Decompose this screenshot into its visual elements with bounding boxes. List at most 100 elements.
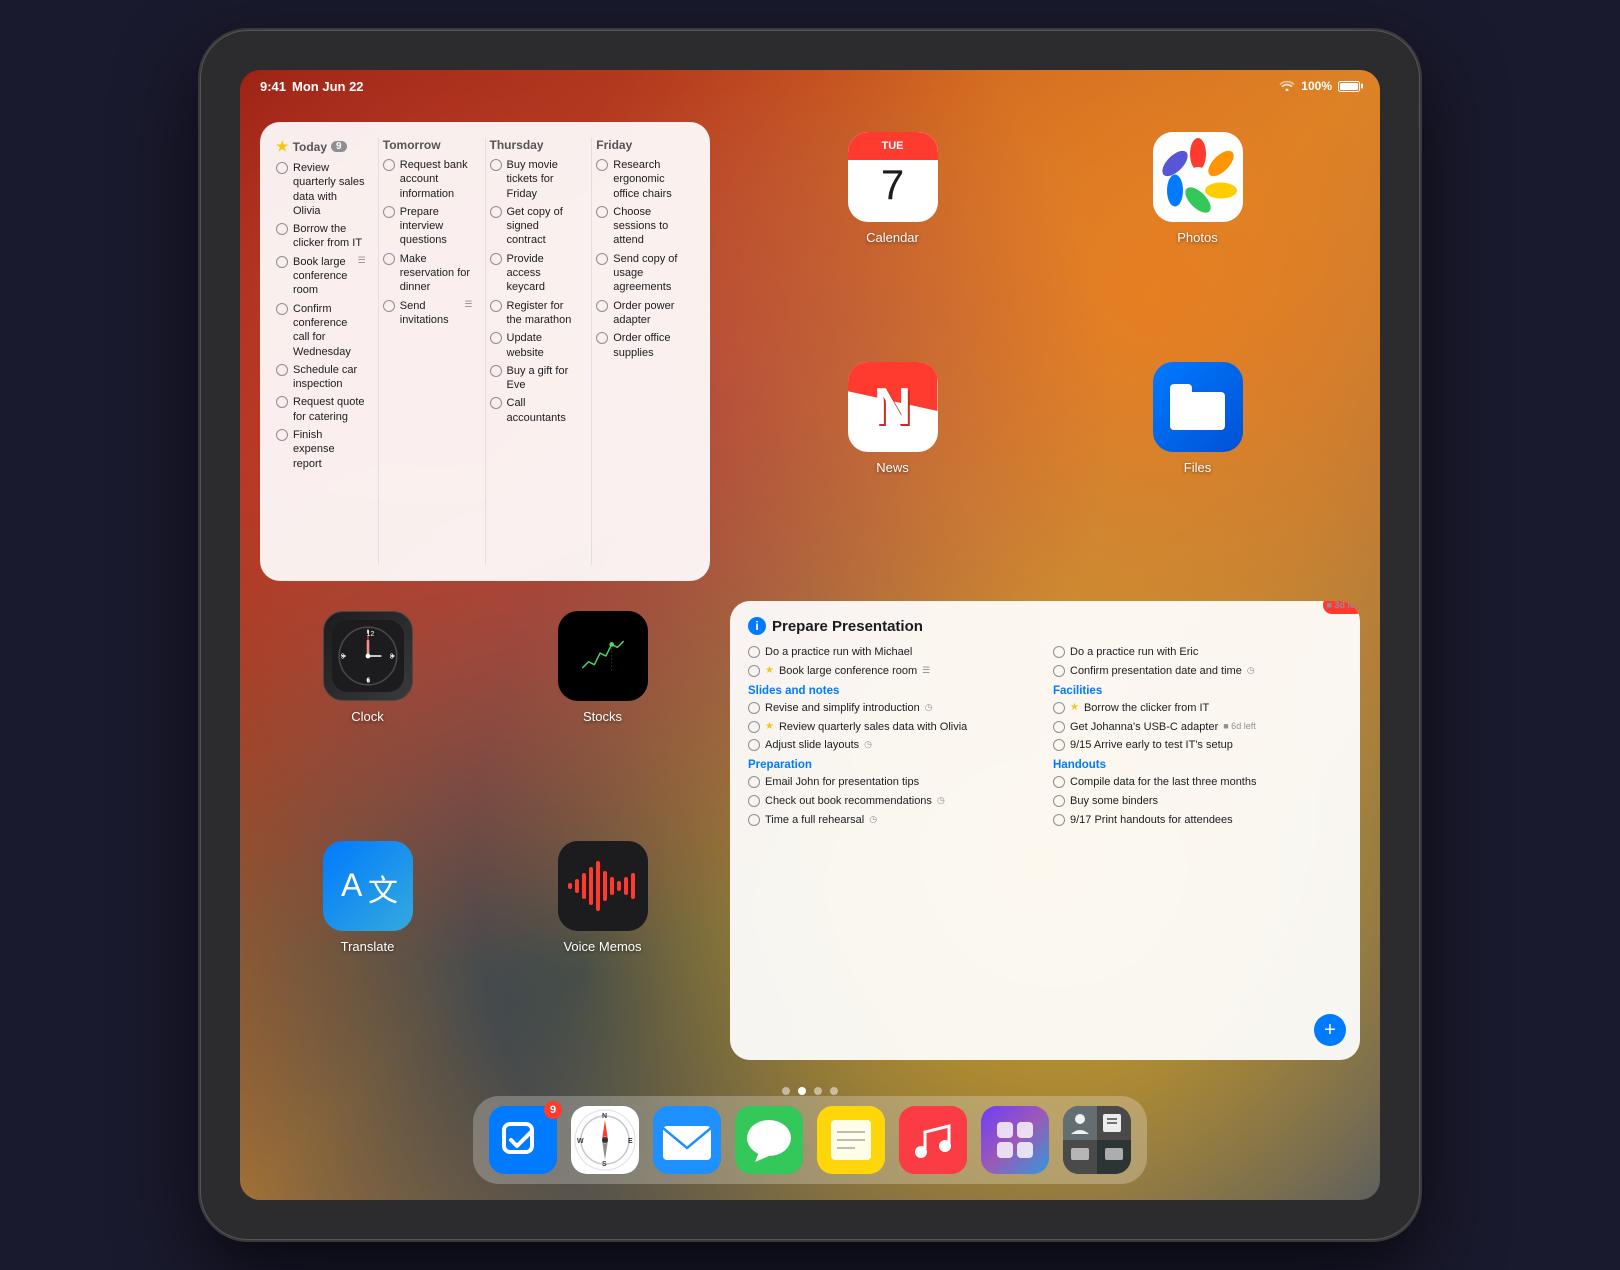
reminder-circle [276, 162, 288, 174]
list-item[interactable]: Compile data for the last three months [1053, 775, 1342, 790]
item-circle [748, 646, 760, 658]
list-item[interactable]: Call accountants [490, 396, 580, 425]
dock-cardhop-app[interactable] [1063, 1106, 1131, 1174]
page-dot-3[interactable] [814, 1087, 822, 1095]
list-item[interactable]: Make reservation for dinner [383, 252, 473, 295]
dock-messages-app[interactable] [735, 1106, 803, 1174]
today-column: ★ Today 9 Review quarterly sales data wi… [276, 138, 374, 565]
dock-safari-app[interactable]: N E S W [571, 1106, 639, 1174]
list-item[interactable]: Book large conference room ☰ [276, 255, 366, 298]
list-item[interactable]: Update website [490, 331, 580, 360]
list-item[interactable]: Get copy of signed contract [490, 205, 580, 248]
dock-music-app[interactable] [899, 1106, 967, 1174]
add-item-button[interactable]: + [1314, 1014, 1346, 1046]
timer-icon: ◷ [925, 701, 933, 713]
files-app[interactable]: Files [1055, 362, 1340, 572]
list-item[interactable]: 9/15 Arrive early to test IT's setup [1053, 738, 1342, 753]
time-display: 9:41 [260, 79, 286, 94]
reminder-text: Finish expense report [293, 428, 366, 471]
list-item[interactable]: Time a full rehearsal ◷ [748, 813, 1037, 828]
list-item[interactable]: Review quarterly sales data with Olivia [276, 161, 366, 218]
page-dot-1[interactable] [782, 1087, 790, 1095]
svg-text:W: W [577, 1138, 584, 1145]
list-item[interactable]: Confirm conference call for Wednesday [276, 302, 366, 359]
list-item[interactable]: Finish expense report [276, 428, 366, 471]
list-item[interactable]: Research ergonomic office chairs [596, 158, 686, 201]
list-item[interactable]: Adjust slide layouts ◷ [748, 738, 1037, 753]
dock-mail-app[interactable] [653, 1106, 721, 1174]
page-dot-2[interactable] [798, 1087, 806, 1095]
reminder-text: Register for the marathon [507, 299, 580, 328]
reminder-circle [383, 253, 395, 265]
reminder-text: Call accountants [507, 396, 580, 425]
list-item[interactable]: Prepare interview questions [383, 205, 473, 248]
list-item[interactable]: Request bank account information [383, 158, 473, 201]
list-item[interactable]: Register for the marathon [490, 299, 580, 328]
status-bar: 9:41 Mon Jun 22 100% [240, 70, 1380, 102]
item-text: Email John for presentation tips [765, 775, 919, 790]
dock-notes-app[interactable] [817, 1106, 885, 1174]
reminder-text: Book large conference room [293, 255, 353, 298]
list-item[interactable]: ★ Borrow the clicker from IT [1053, 701, 1342, 716]
prepare-presentation-widget[interactable]: i Prepare Presentation Do a practice run… [730, 601, 1360, 1060]
item-circle [748, 721, 760, 733]
reminder-circle [383, 159, 395, 171]
news-app[interactable]: N News [750, 362, 1035, 572]
photos-app[interactable]: Photos [1055, 132, 1340, 342]
list-item[interactable]: Borrow the clicker from IT [276, 222, 366, 251]
list-item[interactable]: Choose sessions to attend [596, 205, 686, 248]
reminders-widget[interactable]: ★ Today 9 Review quarterly sales data wi… [260, 122, 710, 581]
prepare-content: Do a practice run with Michael ★ Book la… [748, 645, 1342, 832]
list-item[interactable]: Send copy of usage agreements [596, 252, 686, 295]
voicememos-app[interactable]: Voice Memos [495, 841, 710, 1051]
dock-reminders-app[interactable]: 9 [489, 1106, 557, 1174]
item-text: Buy some binders [1070, 794, 1158, 809]
page-dot-4[interactable] [830, 1087, 838, 1095]
list-item[interactable]: Get Johanna's USB-C adapter ■ 6d left [1053, 720, 1342, 735]
timer-icon: ◷ [937, 794, 945, 806]
list-item[interactable]: Order power adapter [596, 299, 686, 328]
translate-app[interactable]: A 文 Translate [260, 841, 475, 1051]
voicememos-icon [558, 841, 648, 931]
item-text: 9/15 Arrive early to test IT's setup [1070, 738, 1233, 753]
ipad-screen: 9:41 Mon Jun 22 100% [240, 70, 1380, 1200]
stocks-label: Stocks [583, 709, 622, 724]
list-item[interactable]: ★ Review quarterly sales data with Olivi… [748, 720, 1037, 735]
dock-shortcuts-app[interactable] [981, 1106, 1049, 1174]
list-item[interactable]: Buy a gift for Eve [490, 364, 580, 393]
stocks-app[interactable]: Stocks [495, 611, 710, 821]
list-item[interactable]: Request quote for catering [276, 395, 366, 424]
reminder-circle [490, 397, 502, 409]
reminder-text: Order office supplies [613, 331, 686, 360]
today-badge: 9 [331, 141, 347, 152]
reminder-text: Choose sessions to attend [613, 205, 686, 248]
list-item[interactable]: Provide access keycard [490, 252, 580, 295]
calendar-app[interactable]: TUE 7 Calendar [750, 132, 1035, 342]
status-right: 100% [1279, 79, 1360, 94]
list-item[interactable]: Buy some binders [1053, 794, 1342, 809]
item-circle [1053, 814, 1065, 826]
prepare-right-col: Do a practice run with Eric Confirm pres… [1053, 645, 1342, 832]
clock-app[interactable]: 12 3 6 9 Clock [260, 611, 475, 821]
reminder-circle [490, 159, 502, 171]
list-item[interactable]: Email John for presentation tips [748, 775, 1037, 790]
list-item[interactable]: Send invitations ☰ [383, 299, 473, 328]
list-item[interactable]: Schedule car inspection [276, 363, 366, 392]
list-item[interactable]: Buy movie tickets for Friday [490, 158, 580, 201]
list-item[interactable]: Order office supplies [596, 331, 686, 360]
item-circle [1053, 721, 1065, 733]
status-left: 9:41 Mon Jun 22 [260, 79, 364, 94]
list-item[interactable]: Revise and simplify introduction ◷ [748, 701, 1037, 716]
item-circle [1053, 646, 1065, 658]
page-dots [782, 1087, 838, 1095]
list-item[interactable]: ★ Book large conference room ☰ ■ 3d left [748, 664, 1037, 679]
list-item[interactable]: 9/17 Print handouts for attendees [1053, 813, 1342, 828]
list-item[interactable]: Confirm presentation date and time ◷ [1053, 664, 1342, 679]
reminder-text: Research ergonomic office chairs [613, 158, 686, 201]
list-item[interactable]: Do a practice run with Eric [1053, 645, 1342, 660]
reminder-text: Request quote for catering [293, 395, 366, 424]
note-icon: ☰ [922, 664, 930, 676]
list-item[interactable]: Do a practice run with Michael [748, 645, 1037, 660]
star-icon: ★ [765, 664, 774, 678]
list-item[interactable]: Check out book recommendations ◷ [748, 794, 1037, 809]
